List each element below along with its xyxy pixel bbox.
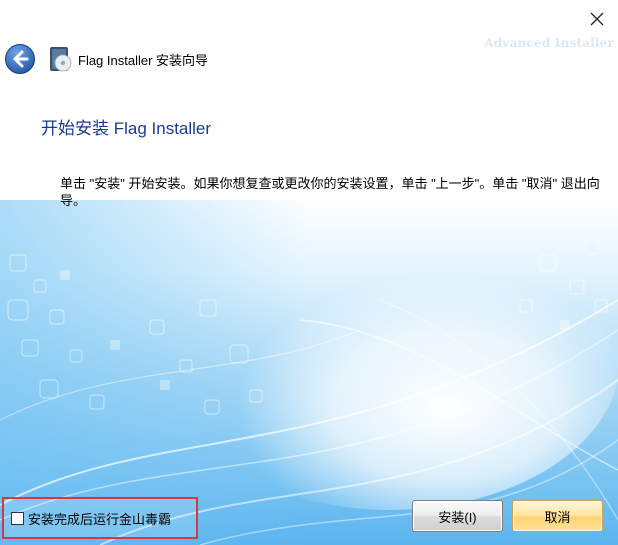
checkbox-box[interactable]	[11, 511, 24, 525]
launch-option-checkbox[interactable]: 安装完成后运行金山毒霸	[2, 497, 198, 539]
background-art	[0, 0, 618, 545]
checkbox-label[interactable]: 安装完成后运行金山毒霸	[28, 509, 171, 528]
cancel-button[interactable]: 取消	[512, 500, 603, 532]
close-icon	[590, 12, 604, 26]
vendor-watermark: Advanced Installer	[484, 36, 614, 50]
instruction-text: 单击 "安装" 开始安装。如果你想复查或更改你的安装设置，单击 "上一步"。单击…	[60, 176, 600, 208]
installer-window: Advanced Installer Flag Installer 安装向导 开…	[0, 0, 618, 545]
installer-disc-icon	[50, 47, 72, 72]
wizard-header: Flag Installer 安装向导	[4, 42, 208, 76]
wizard-title: Flag Installer 安装向导	[78, 52, 209, 68]
install-button[interactable]: 安装(I)	[412, 500, 503, 532]
back-arrow-icon[interactable]	[4, 43, 36, 75]
close-button[interactable]	[584, 8, 610, 30]
page-heading: 开始安装 Flag Installer	[41, 119, 212, 138]
